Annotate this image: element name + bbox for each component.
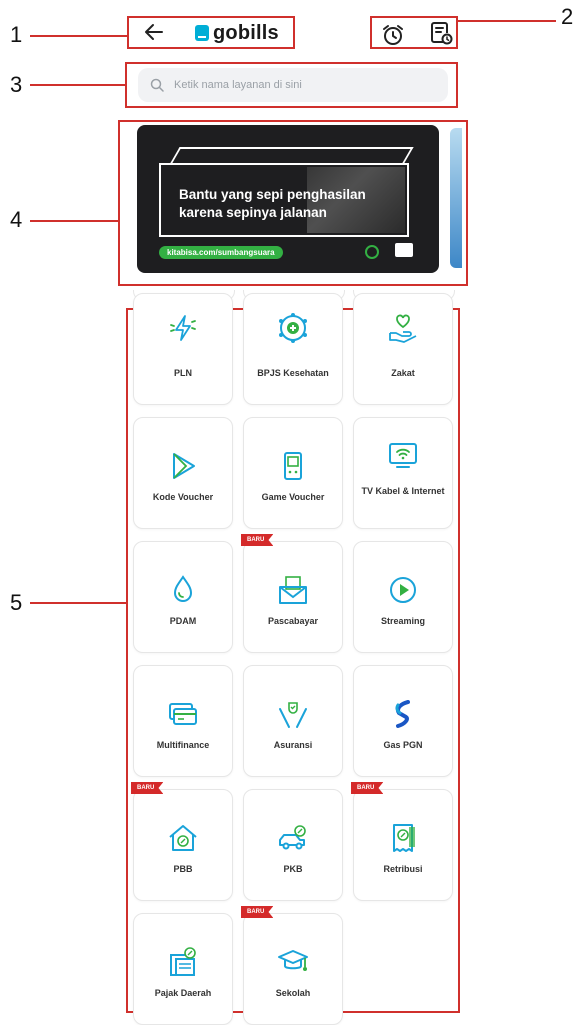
service-bpjs-kesehatan[interactable]: BPJS Kesehatan [243, 293, 343, 405]
service-label: PKB [283, 864, 303, 874]
postpaid-envelope-icon [276, 573, 310, 607]
new-badge: BARU [131, 782, 164, 794]
banner-url: kitabisa.com/sumbangsuara [159, 246, 283, 259]
callout-line-4 [30, 220, 118, 222]
callout-line-3 [30, 84, 125, 86]
service-pln[interactable]: PLN [133, 293, 233, 405]
service-label: Multifinance [156, 740, 210, 750]
zakat-hand-heart-icon [386, 311, 420, 345]
service-label: Streaming [380, 616, 425, 626]
service-label: Kode Voucher [152, 492, 214, 502]
search-placeholder: Ketik nama layanan di sini [174, 79, 302, 91]
service-pascabayar[interactable]: BARU Pascabayar [241, 534, 343, 653]
game-device-icon [276, 449, 310, 483]
tax-document-icon [166, 945, 200, 979]
service-gas-pgn[interactable]: Gas PGN [353, 665, 453, 777]
callout-4: 4 [10, 207, 23, 232]
tv-wifi-icon [386, 439, 420, 473]
house-tax-icon [166, 821, 200, 855]
banner-headline-2: karena sepinya jalanan [179, 205, 327, 220]
service-label: Zakat [391, 368, 415, 378]
service-retribusi[interactable]: BARU Retribusi [351, 782, 453, 901]
new-badge: BARU [241, 534, 274, 546]
receipt-icon [386, 821, 420, 855]
callout-line-5 [30, 602, 127, 604]
gobills-logo: gobills [195, 22, 279, 44]
callout-line-2 [456, 20, 556, 22]
gobills-logo-icon [195, 25, 209, 41]
service-zakat[interactable]: Zakat [353, 293, 453, 405]
promo-banner[interactable]: Bantu yang sepi penghasilan karena sepin… [137, 125, 439, 273]
bpjs-icon [276, 311, 310, 345]
service-kode-voucher[interactable]: Kode Voucher [133, 417, 233, 529]
service-label: Game Voucher [261, 492, 325, 502]
service-pajak-daerah[interactable]: Pajak Daerah [133, 913, 233, 1025]
insurance-hands-icon [276, 697, 310, 731]
service-label: PBB [173, 864, 193, 874]
new-badge: BARU [241, 906, 274, 918]
play-store-icon [166, 449, 200, 483]
service-pbb[interactable]: BARU PBB [131, 782, 233, 901]
service-label: Gas PGN [383, 740, 423, 750]
back-arrow-icon[interactable] [142, 20, 166, 44]
new-badge: BARU [351, 782, 384, 794]
service-streaming[interactable]: Streaming [353, 541, 453, 653]
cards-icon [166, 697, 200, 731]
callout-3: 3 [10, 72, 23, 97]
play-circle-icon [386, 573, 420, 607]
water-drop-icon [166, 573, 200, 607]
service-label: BPJS Kesehatan [257, 368, 329, 378]
next-banner-peek[interactable] [450, 128, 462, 268]
service-asuransi[interactable]: Asuransi [243, 665, 343, 777]
service-pdam[interactable]: PDAM [133, 541, 233, 653]
service-label: Sekolah [275, 988, 311, 998]
service-label: PLN [174, 368, 192, 378]
callout-box-5 [126, 308, 460, 1013]
service-label: Pajak Daerah [154, 988, 212, 998]
logo-text: gobills [213, 21, 279, 44]
service-sekolah[interactable]: BARU Sekolah [241, 906, 343, 1025]
kitabisa-logo-icon [365, 245, 379, 259]
service-label: Pascabayar [267, 616, 319, 626]
bill-history-icon[interactable] [428, 20, 454, 46]
callout-2: 2 [561, 4, 574, 29]
gas-pgn-icon [386, 697, 420, 731]
graduation-cap-icon [276, 945, 310, 979]
service-multifinance[interactable]: Multifinance [133, 665, 233, 777]
banner-headline-1: Bantu yang sepi penghasilan [179, 187, 366, 202]
service-label: Retribusi [383, 864, 423, 874]
lightning-icon [166, 311, 200, 345]
sponsor-logo [395, 243, 413, 257]
callout-1: 1 [10, 22, 23, 47]
service-label: Asuransi [273, 740, 313, 750]
banner-box-top [170, 147, 414, 163]
service-tv-kabel-internet[interactable]: TV Kabel & Internet [353, 417, 453, 529]
car-tax-icon [276, 821, 310, 855]
service-label: PDAM [169, 616, 197, 626]
callout-line-1 [30, 35, 127, 37]
callout-5: 5 [10, 590, 23, 615]
search-bar[interactable]: Ketik nama layanan di sini [138, 68, 448, 102]
service-game-voucher[interactable]: Game Voucher [243, 417, 343, 529]
search-icon [150, 78, 164, 92]
alarm-clock-icon[interactable] [380, 22, 406, 48]
service-pkb[interactable]: PKB [243, 789, 343, 901]
service-label: TV Kabel & Internet [361, 486, 445, 496]
